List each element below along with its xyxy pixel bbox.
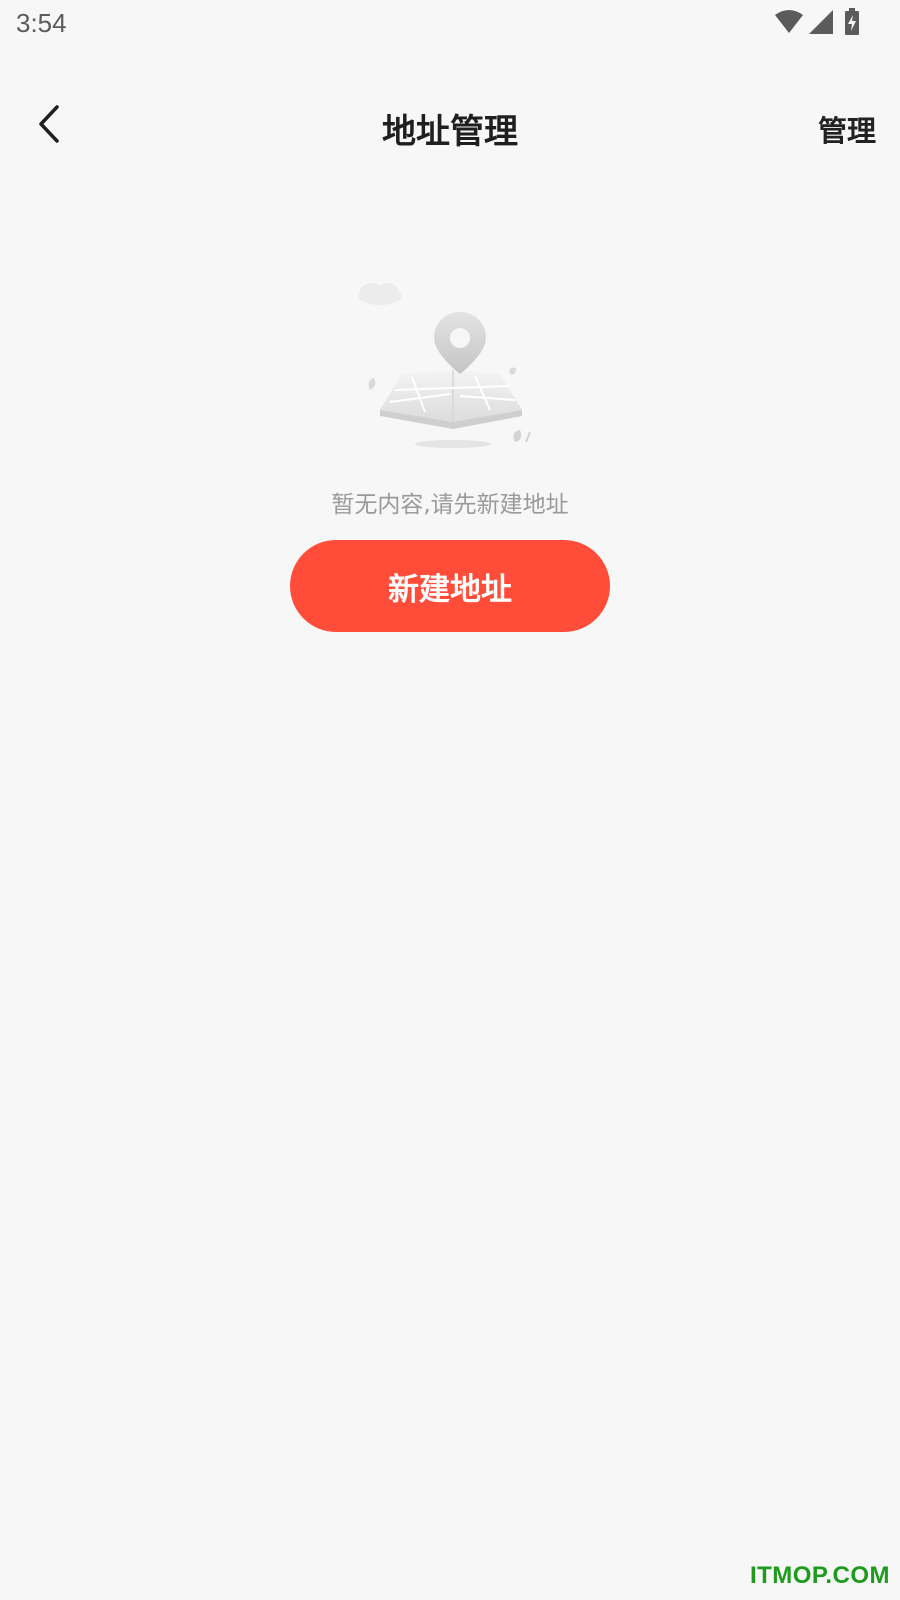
wifi-icon bbox=[774, 9, 804, 39]
manage-button[interactable]: 管理 bbox=[818, 108, 876, 150]
nav-bar: 地址管理 管理 bbox=[0, 90, 900, 160]
status-bar: 3:54 bbox=[0, 0, 900, 50]
page-title: 地址管理 bbox=[382, 112, 518, 152]
status-time: 3:54 bbox=[16, 8, 67, 38]
new-address-button[interactable]: 新建地址 bbox=[290, 540, 610, 632]
status-icons bbox=[770, 8, 860, 40]
battery-charging-icon bbox=[844, 8, 860, 40]
cellular-signal-icon bbox=[808, 9, 834, 39]
map-location-pin-illustration bbox=[350, 282, 550, 462]
empty-state-message: 暂无内容,请先新建地址 bbox=[331, 492, 569, 518]
watermark: ITMOP.COM bbox=[749, 1562, 890, 1589]
